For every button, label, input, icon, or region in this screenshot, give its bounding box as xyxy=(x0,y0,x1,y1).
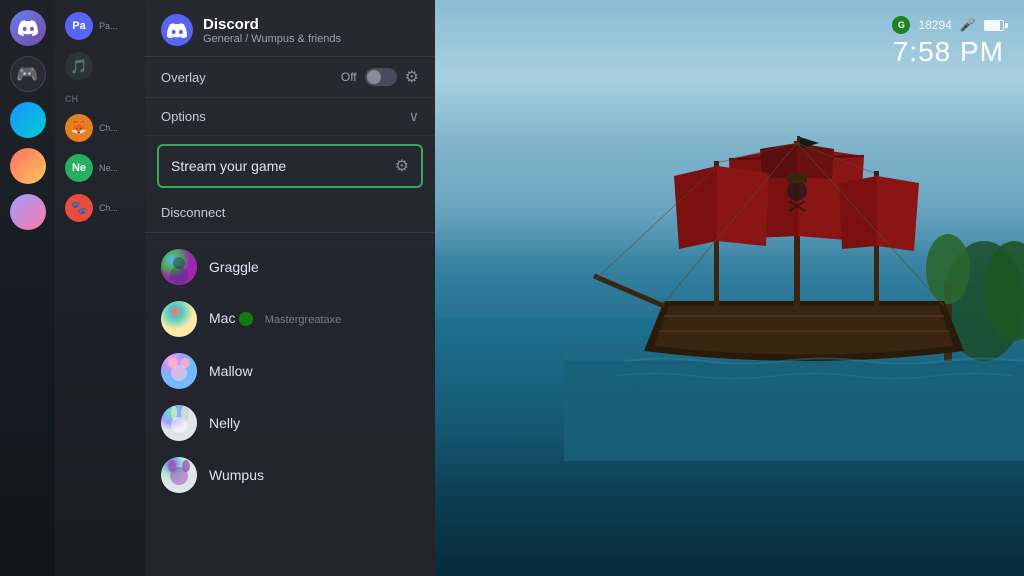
mid-avatar-1: Pa xyxy=(65,12,93,40)
battery-icon xyxy=(984,20,1004,31)
server-avatar-1[interactable] xyxy=(10,10,46,46)
sidebar-item-1[interactable] xyxy=(0,8,55,48)
sidebar-left: 🎮 xyxy=(0,0,55,576)
user-avatar-graggle xyxy=(161,249,197,285)
overlay-toggle[interactable] xyxy=(365,68,397,86)
server-avatar-2[interactable]: 🎮 xyxy=(10,56,46,92)
sidebar-item-5[interactable] xyxy=(0,192,55,232)
mid-section-ch: CH xyxy=(65,94,139,104)
disconnect-row: Disconnect xyxy=(145,196,435,233)
stream-game-row[interactable]: Stream your game ⚙ xyxy=(157,144,423,188)
user-avatar-mac xyxy=(161,301,197,337)
options-row[interactable]: Options ∨ xyxy=(145,98,435,136)
discord-logo xyxy=(161,14,193,46)
overlay-row: Overlay Off ⚙ xyxy=(145,57,435,98)
mid-item-4[interactable]: Ne Ne... xyxy=(61,150,139,186)
xbox-score: 18294 xyxy=(918,18,951,32)
mid-item-2[interactable]: 🎵 xyxy=(61,48,139,84)
user-avatar-mallow xyxy=(161,353,197,389)
mic-icon: 🎤 xyxy=(960,17,976,33)
user-gametag-mac: Mastergreataxe xyxy=(265,314,341,326)
disconnect-label[interactable]: Disconnect xyxy=(161,205,225,220)
user-item-nelly[interactable]: Nelly xyxy=(145,397,435,449)
discord-header: Discord General / Wumpus & friends xyxy=(145,0,435,57)
mid-label-5: Ch... xyxy=(99,203,118,213)
user-item-wumpus[interactable]: Wumpus xyxy=(145,449,435,501)
mid-item-5[interactable]: 🐾 Ch... xyxy=(61,190,139,226)
server-avatar-5[interactable] xyxy=(10,194,46,230)
app-name: Discord xyxy=(203,16,341,33)
mid-avatar-2: 🎵 xyxy=(65,52,93,80)
user-info-mac: Mac Mastergreataxe xyxy=(209,310,341,328)
options-label: Options xyxy=(161,109,206,124)
mid-item-3[interactable]: 🦊 Ch... xyxy=(61,110,139,146)
discord-panel: Discord General / Wumpus & friends Overl… xyxy=(145,0,435,576)
mid-label-4: Ne... xyxy=(99,163,118,173)
hud-overlay: G 18294 🎤 7:58 PM xyxy=(892,16,1004,68)
users-list: Graggle Mac Mastergr xyxy=(145,233,435,576)
user-name-mac: Mac xyxy=(209,310,239,326)
mid-label-1: Pa... xyxy=(99,21,118,31)
overlay-right: Off ⚙ xyxy=(341,67,419,87)
user-name-graggle: Graggle xyxy=(209,259,259,275)
sidebar-item-2[interactable]: 🎮 xyxy=(0,54,55,94)
server-avatar-3[interactable] xyxy=(10,102,46,138)
user-name-nelly: Nelly xyxy=(209,415,240,431)
user-avatar-nelly xyxy=(161,405,197,441)
xbox-g-icon: G xyxy=(892,16,910,34)
user-name-mallow: Mallow xyxy=(209,363,253,379)
user-avatar-wumpus xyxy=(161,457,197,493)
user-name-wumpus: Wumpus xyxy=(209,467,264,483)
sidebar-mid: Pa Pa... 🎵 CH 🦊 Ch... Ne Ne... 🐾 Ch... xyxy=(55,0,145,576)
stream-settings-icon[interactable]: ⚙ xyxy=(395,156,409,176)
overlay-settings-icon[interactable]: ⚙ xyxy=(405,67,419,87)
game-background xyxy=(358,0,1024,576)
mid-avatar-3: 🦊 xyxy=(65,114,93,142)
sidebar-item-4[interactable] xyxy=(0,146,55,186)
sidebar-item-3[interactable] xyxy=(0,100,55,140)
channel-name: General / Wumpus & friends xyxy=(203,33,341,45)
toggle-off-label: Off xyxy=(341,70,357,84)
xbox-icon-mac xyxy=(239,312,253,326)
toggle-knob xyxy=(367,70,381,84)
discord-header-text: Discord General / Wumpus & friends xyxy=(203,16,341,45)
user-item-mac[interactable]: Mac Mastergreataxe xyxy=(145,293,435,345)
clock-display: 7:58 PM xyxy=(892,36,1004,68)
user-item-mallow[interactable]: Mallow xyxy=(145,345,435,397)
server-avatar-4[interactable] xyxy=(10,148,46,184)
mid-label-3: Ch... xyxy=(99,123,118,133)
chevron-down-icon: ∨ xyxy=(409,108,419,125)
stream-game-label: Stream your game xyxy=(171,158,286,174)
mid-avatar-5: 🐾 xyxy=(65,194,93,222)
mid-item-1[interactable]: Pa Pa... xyxy=(61,8,139,44)
mid-avatar-4: Ne xyxy=(65,154,93,182)
hud-status-bar: G 18294 🎤 xyxy=(892,16,1004,34)
user-item-graggle[interactable]: Graggle xyxy=(145,241,435,293)
overlay-label: Overlay xyxy=(161,70,206,85)
